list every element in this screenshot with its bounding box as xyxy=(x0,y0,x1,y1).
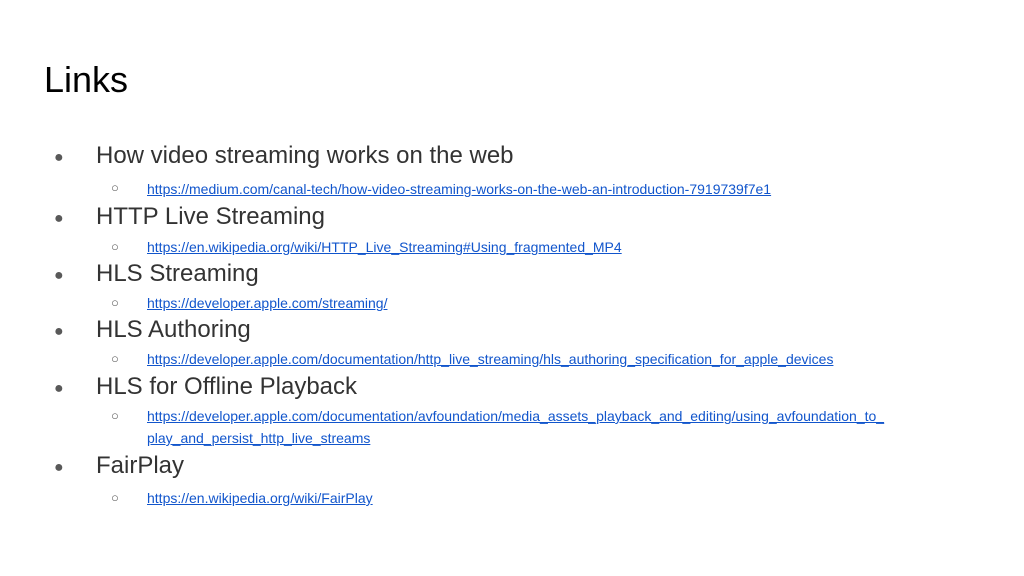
item-label-video-streaming: How video streaming works on the web xyxy=(96,142,514,169)
link-apple-hls-authoring[interactable]: https://developer.apple.com/documentatio… xyxy=(147,348,833,370)
link-medium-video-streaming[interactable]: https://medium.com/canal-tech/how-video-… xyxy=(147,178,771,200)
sub-bullet-icon: ○ xyxy=(111,351,119,366)
slide-title: Links xyxy=(44,59,129,100)
bullet-icon: ● xyxy=(54,380,64,397)
item-label-hls-authoring: HLS Authoring xyxy=(96,316,251,343)
link-wikipedia-hls[interactable]: https://en.wikipedia.org/wiki/HTTP_Live_… xyxy=(147,236,622,258)
sub-bullet-icon: ○ xyxy=(111,408,119,423)
sub-bullet-icon: ○ xyxy=(111,295,119,310)
link-apple-offline-playback-line2[interactable]: play_and_persist_http_live_streams xyxy=(147,427,370,449)
item-label-hls-streaming: HLS Streaming xyxy=(96,260,259,287)
sub-bullet-icon: ○ xyxy=(111,239,119,254)
item-label-hls-offline: HLS for Offline Playback xyxy=(96,373,358,400)
bullet-icon: ● xyxy=(54,210,64,227)
item-label-http-live-streaming: HTTP Live Streaming xyxy=(96,203,325,230)
sub-bullet-icon: ○ xyxy=(111,490,119,505)
slide: Links ● How video streaming works on the… xyxy=(0,0,1024,576)
link-wikipedia-fairplay[interactable]: https://en.wikipedia.org/wiki/FairPlay xyxy=(147,487,373,509)
sub-bullet-icon: ○ xyxy=(111,180,119,195)
bullet-icon: ● xyxy=(54,459,64,476)
link-apple-offline-playback-line1[interactable]: https://developer.apple.com/documentatio… xyxy=(147,405,884,427)
bullet-icon: ● xyxy=(54,267,64,284)
item-label-fairplay: FairPlay xyxy=(96,452,185,479)
link-apple-streaming[interactable]: https://developer.apple.com/streaming/ xyxy=(147,292,387,314)
bullet-icon: ● xyxy=(54,149,64,166)
bullet-icon: ● xyxy=(54,323,64,340)
